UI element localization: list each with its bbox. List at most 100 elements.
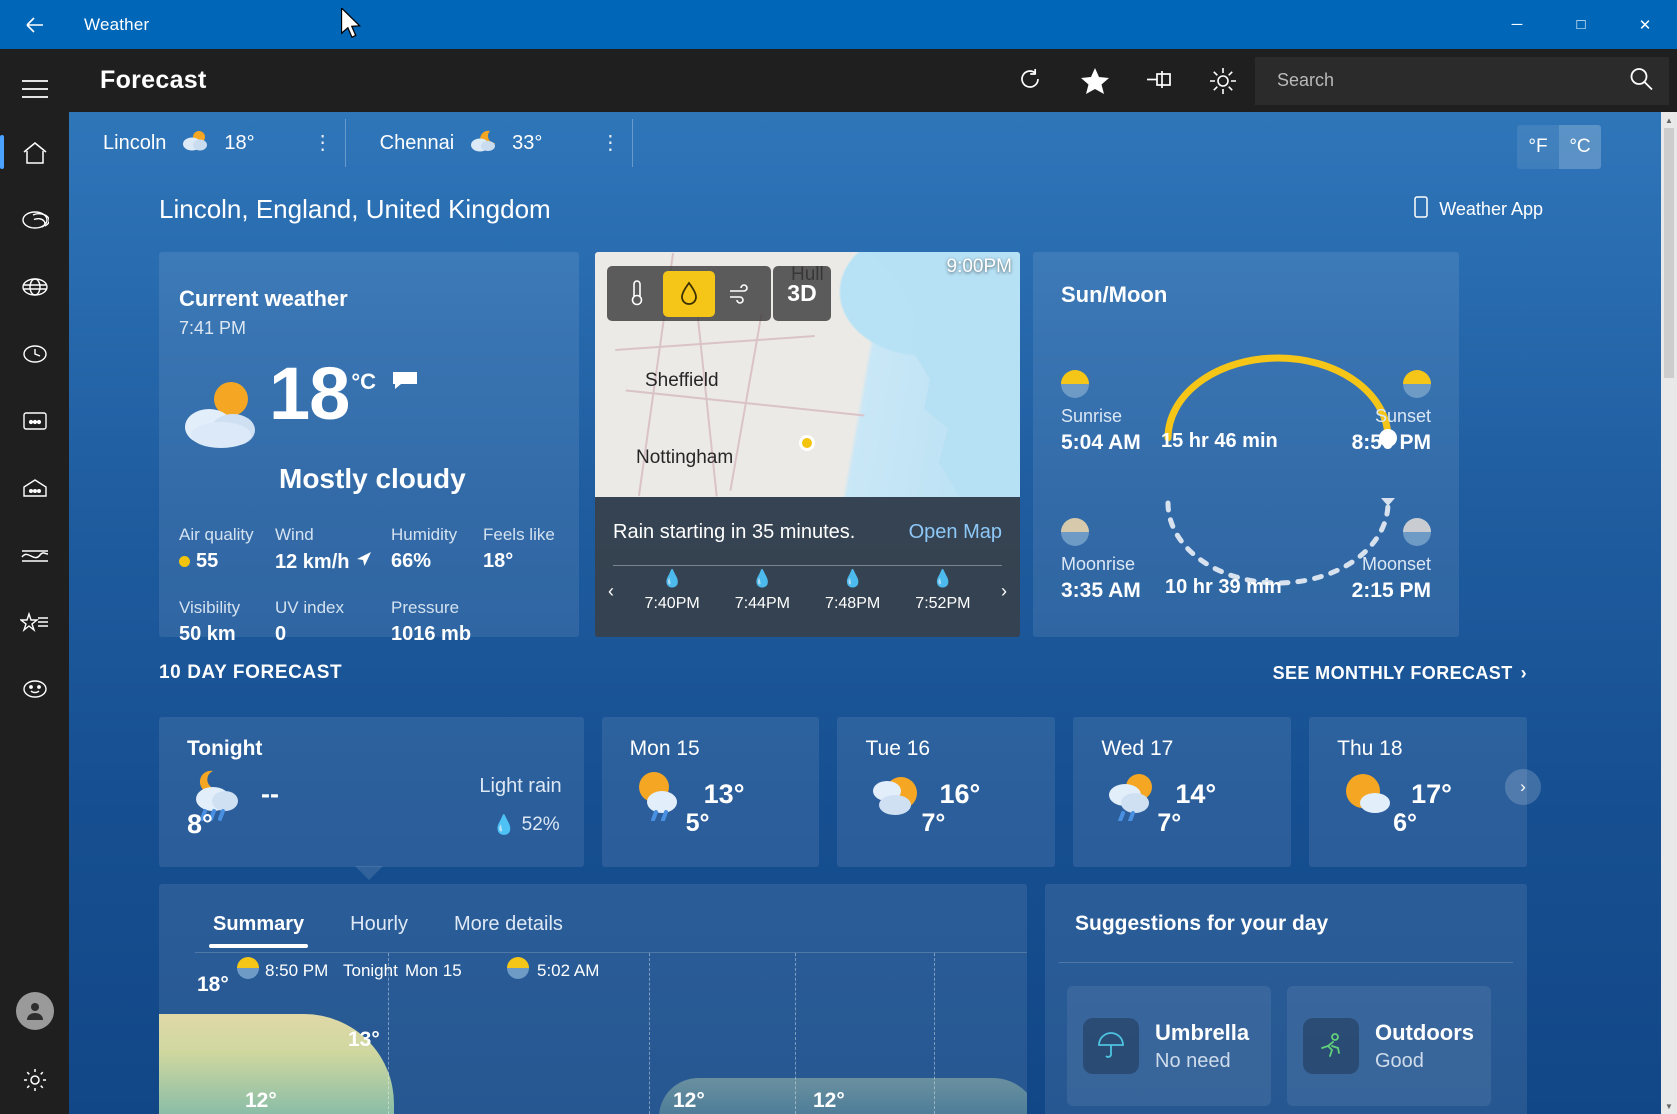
sidebar-item-lifestyle[interactable] [0,454,69,521]
maximize-button[interactable]: □ [1549,0,1613,49]
radar-map-card[interactable]: Hull Sheffield Nottingham 9:00PM [595,252,1020,637]
forecast-day-label: Tue 16 [865,737,931,760]
unit-celsius-button[interactable]: °C [1559,125,1601,169]
tab-more-details[interactable]: More details [436,913,581,952]
chart-tonight-label: Tonight [343,961,398,980]
pin-icon[interactable] [1127,49,1191,112]
city-overflow-menu[interactable]: ⋮ [600,133,620,153]
timeline-item[interactable]: 💧 7:52PM [915,569,970,613]
search-input[interactable]: Search [1255,56,1669,105]
unit-fahrenheit-button[interactable]: °F [1517,125,1559,169]
favorite-star-icon[interactable] [1063,49,1127,112]
temperature-layer-icon[interactable] [611,271,663,317]
tab-hourly[interactable]: Hourly [332,913,426,952]
metric-value: 1016 mb [391,623,472,645]
detail-tabs: Summary Hourly More details [159,884,1027,952]
metric-label: Visibility [179,598,241,617]
sidebar-item-monthly[interactable] [0,387,69,454]
tab-summary[interactable]: Summary [195,913,322,952]
forecast-high-temp: 17° [1411,778,1452,809]
city-tabs: Lincoln 18° ⋮ Chennai 33° ⋮ °F °C [69,112,1661,174]
gear-icon[interactable] [0,1046,69,1114]
map-image[interactable]: Hull Sheffield Nottingham 9:00PM [595,252,1020,497]
back-arrow-icon[interactable] [0,0,70,49]
forecast-day-card-wed17[interactable]: Wed 17 14° 7° [1073,717,1292,867]
map-sea [870,252,1020,497]
forecast-day-cards: Tonight -- Light rain 8° 💧 52% Mon 15 13… [159,717,1541,880]
chart-point-temp: 12° [245,1089,277,1112]
scrollbar-thumb[interactable] [1664,128,1674,378]
suggestion-name: Umbrella [1155,1019,1250,1045]
open-map-link[interactable]: Open Map [909,521,1002,544]
umbrella-icon [1083,1018,1139,1074]
moonrise-label: Moonrise [1061,554,1136,574]
vertical-scrollbar[interactable]: ▲ ▼ [1661,112,1677,1114]
city-tab-1[interactable]: Chennai 33° ⋮ [346,112,633,174]
partly-cloudy-night-icon [468,129,498,158]
forecast-high-temp: 13° [703,778,745,809]
sidebar-item-worldweather[interactable] [0,253,69,320]
search-icon[interactable] [1627,64,1655,97]
comment-icon[interactable] [392,371,418,396]
precipitation-layer-icon[interactable] [663,270,715,317]
see-monthly-forecast-link[interactable]: SEE MONTHLY FORECAST › [1273,663,1527,684]
timeline-next-button[interactable]: › [988,581,1020,602]
sidebar-item-historical[interactable] [0,320,69,387]
suggestions-title: Suggestions for your day [1075,912,1329,935]
sunrise-time: 5:04 AM [1061,431,1141,454]
forecast-day-card-thu18[interactable]: Thu 18 17° 6° › [1309,717,1541,867]
unit-toggle: °F °C [1517,125,1601,169]
sun-settings-icon[interactable] [1191,49,1255,112]
close-button[interactable]: ✕ [1613,0,1677,49]
scroll-up-arrow-icon[interactable]: ▲ [1661,112,1677,128]
weather-app-link[interactable]: Weather App [1413,196,1543,223]
forecast-day-label: Thu 18 [1337,737,1403,760]
city-tab-0[interactable]: Lincoln 18° ⋮ [69,112,345,174]
forecast-next-button[interactable]: › [1504,769,1541,805]
forecast-low-temp: 7° [1157,809,1182,837]
wind-layer-icon[interactable] [715,271,767,317]
timeline-prev-button[interactable]: ‹ [595,581,627,602]
menu-icon[interactable] [0,59,69,119]
suggestion-tile-outdoors[interactable]: Outdoors Good [1287,986,1491,1106]
timeline-time: 7:52PM [915,595,971,612]
sidebar-item-feedback[interactable] [0,655,69,722]
sidebar-item-trends[interactable] [0,521,69,588]
refresh-icon[interactable] [999,49,1063,112]
day-duration: 15 hr 46 min [1161,430,1278,452]
timeline-item[interactable]: 💧 7:40PM [645,569,700,613]
minimize-button[interactable]: ─ [1485,0,1549,49]
sidebar-item-maps[interactable] [0,186,69,253]
raindrop-icon: 💧 [842,569,864,588]
map-timestamp: 9:00PM [946,256,1012,277]
map-3d-button[interactable]: 3D [773,266,831,321]
cloud-rain-sun-icon [1101,767,1163,821]
timeline-time: 7:44PM [734,595,790,612]
sidebar-item-news[interactable] [0,588,69,655]
metric-label: Humidity [391,525,458,544]
timeline-item[interactable]: 💧 7:44PM [735,569,790,613]
sunrise-icon [1061,370,1089,398]
rain-alert-text: Rain starting in 35 minutes. [613,521,856,543]
sidebar-item-forecast[interactable] [0,119,69,186]
sunrise-label: Sunrise [1061,406,1123,426]
account-avatar[interactable] [0,976,69,1046]
map-layer-toggle-group [607,266,771,321]
timeline-item[interactable]: 💧 7:48PM [825,569,880,613]
suggestion-tile-umbrella[interactable]: Umbrella No need [1067,986,1271,1106]
scroll-down-arrow-icon[interactable]: ▼ [1661,1098,1677,1114]
forecast-high-temp: 14° [1175,778,1217,809]
chart-sunset-time: 8:50 PM [265,961,329,980]
city-overflow-menu[interactable]: ⋮ [313,133,333,153]
suggestion-state: No need [1155,1049,1231,1072]
chart-next-day-label: Mon 15 [405,961,462,980]
forecast-detail-panel: Summary Hourly More details 18° 8:50 PM … [159,884,1027,1114]
forecast-section-header: 10 DAY FORECAST SEE MONTHLY FORECAST › [159,662,1527,684]
metric-label: Wind [275,525,314,544]
forecast-day-card-tue16[interactable]: Tue 16 16° 7° [837,717,1056,867]
air-quality-dot [179,556,190,567]
forecast-day-card-mon15[interactable]: Mon 15 13° 5° [601,717,820,867]
metric-label: Feels like [483,525,555,544]
forecast-day-card-tonight[interactable]: Tonight -- Light rain 8° 💧 52% [159,717,584,880]
suggestion-state: Good [1375,1049,1424,1072]
